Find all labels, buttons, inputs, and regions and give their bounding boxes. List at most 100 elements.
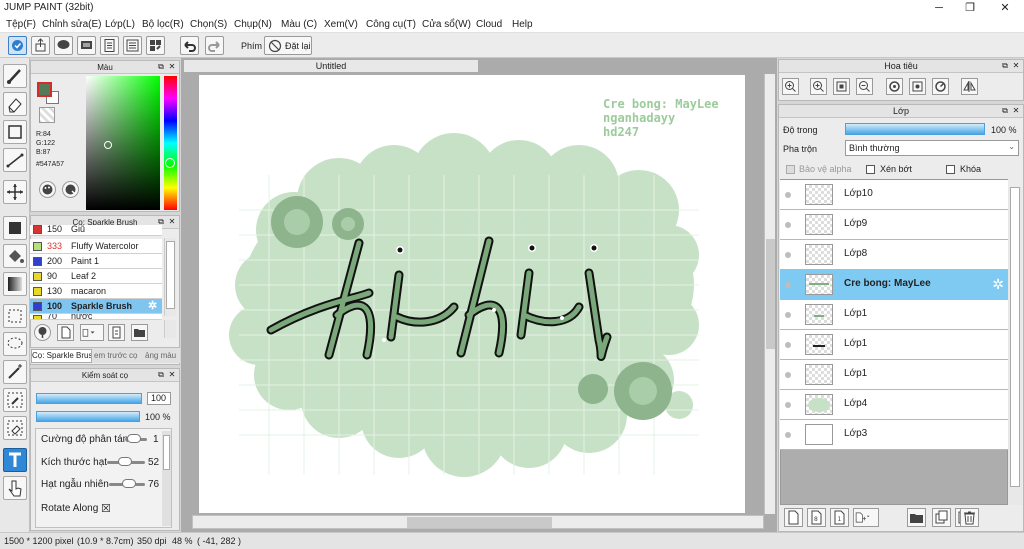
eraser-tool[interactable] bbox=[3, 92, 27, 116]
zoom-out-button[interactable] bbox=[856, 78, 873, 95]
panel-close-icon[interactable]: ✕ bbox=[167, 370, 177, 380]
brush-item[interactable]: 333 Fluffy Watercolor bbox=[30, 239, 162, 254]
panel-close-icon[interactable]: ✕ bbox=[1011, 106, 1021, 116]
hue-slider[interactable] bbox=[164, 76, 177, 210]
color-palette-button[interactable] bbox=[39, 181, 56, 198]
scatter-slider-knob[interactable] bbox=[127, 434, 141, 443]
menu-select[interactable]: Chọn(S) bbox=[190, 19, 227, 30]
operation-tool[interactable] bbox=[3, 476, 27, 500]
brush-opacity-bar[interactable] bbox=[36, 411, 140, 422]
brush-item[interactable]: 70 nước bbox=[30, 314, 162, 320]
layer-opacity-bar[interactable] bbox=[845, 123, 985, 135]
list-button[interactable] bbox=[123, 36, 142, 55]
hue-slider-cursor[interactable] bbox=[165, 158, 175, 168]
menu-window[interactable]: Cửa sổ(W) bbox=[422, 19, 471, 30]
new-layer-8bit-button[interactable]: 8 bbox=[807, 508, 826, 527]
tab-palette[interactable]: ảng màu bbox=[145, 350, 179, 362]
menu-tools[interactable]: Công cụ(T) bbox=[366, 19, 416, 30]
selection-pen-tool[interactable] bbox=[3, 388, 27, 412]
lock-checkbox[interactable] bbox=[946, 165, 955, 174]
panel-close-icon[interactable]: ✕ bbox=[167, 217, 177, 227]
protect-alpha-checkbox[interactable] bbox=[786, 165, 795, 174]
layer-row[interactable]: Lớp3 bbox=[780, 420, 1008, 450]
layer-visibility-icon[interactable] bbox=[785, 192, 791, 198]
rotate-reset-button[interactable] bbox=[909, 78, 926, 95]
layer-visibility-icon[interactable] bbox=[785, 252, 791, 258]
reset-button[interactable]: Đặt lại bbox=[264, 36, 312, 55]
panel-undock-icon[interactable]: ⧉ bbox=[156, 370, 166, 380]
layer-visibility-icon[interactable] bbox=[785, 282, 791, 288]
blend-mode-select[interactable]: Bình thường ⌄ bbox=[845, 140, 1019, 156]
brush-item-selected[interactable]: 100 Sparkle Brush ✲ bbox=[30, 299, 162, 314]
layer-row[interactable]: Lớp1 bbox=[780, 330, 1008, 360]
layer-row[interactable]: Lớp9 bbox=[780, 210, 1008, 240]
add-layer-dropdown[interactable] bbox=[853, 508, 879, 527]
canvas[interactable]: Cre bong: MayLee nganhadayy hd247 bbox=[199, 75, 745, 513]
menu-capture[interactable]: Chụp(N) bbox=[234, 19, 272, 30]
menu-color[interactable]: Màu (C) bbox=[281, 19, 317, 30]
menu-file[interactable]: Tệp(F) bbox=[6, 19, 36, 30]
color-picker-cursor[interactable] bbox=[104, 141, 112, 149]
panel-undock-icon[interactable]: ⧉ bbox=[156, 62, 166, 72]
random-particle-slider-knob[interactable] bbox=[122, 479, 136, 488]
message-button[interactable] bbox=[77, 36, 96, 55]
selection-eraser-tool[interactable] bbox=[3, 416, 27, 440]
layer-row[interactable]: Lớp1 bbox=[780, 300, 1008, 330]
comment-button[interactable] bbox=[54, 36, 73, 55]
canvas-horizontal-scrollbar[interactable] bbox=[192, 515, 764, 529]
lasso-tool[interactable] bbox=[3, 332, 27, 356]
layer-settings-gear-icon[interactable]: ✲ bbox=[992, 276, 1004, 293]
canvas-tab[interactable]: Untitled bbox=[183, 59, 479, 73]
rotate-along-checkbox[interactable]: ☒ bbox=[101, 502, 111, 515]
rotate-right-button[interactable] bbox=[932, 78, 949, 95]
menu-edit[interactable]: Chỉnh sửa(E) bbox=[42, 19, 102, 30]
brush-item[interactable]: 90 Leaf 2 bbox=[30, 269, 162, 284]
brush-settings-button[interactable] bbox=[108, 324, 125, 341]
menu-help[interactable]: Help bbox=[512, 19, 533, 30]
menu-filter[interactable]: Bộ lọc(R) bbox=[142, 19, 184, 30]
rectangle-tool[interactable] bbox=[3, 120, 27, 144]
layer-visibility-icon[interactable] bbox=[785, 312, 791, 318]
gradient-tool[interactable] bbox=[3, 272, 27, 296]
layer-row[interactable]: Lớp8 bbox=[780, 240, 1008, 270]
maximize-button[interactable]: ❐ bbox=[955, 0, 985, 16]
select-rect-tool[interactable] bbox=[3, 304, 27, 328]
panel-undock-icon[interactable]: ⧉ bbox=[1000, 106, 1010, 116]
layer-visibility-icon[interactable] bbox=[785, 432, 791, 438]
new-layer-1bit-button[interactable]: 1 bbox=[830, 508, 849, 527]
tab-brush-preview[interactable]: em trước cọ bbox=[94, 350, 142, 362]
panel-close-icon[interactable]: ✕ bbox=[1011, 61, 1021, 71]
duplicate-layer-button[interactable] bbox=[932, 508, 951, 527]
particle-size-slider-knob[interactable] bbox=[118, 457, 132, 466]
transparent-color-swatch[interactable] bbox=[39, 107, 55, 123]
close-button[interactable]: ✕ bbox=[990, 0, 1020, 16]
layer-row[interactable]: Lớp1 bbox=[780, 360, 1008, 390]
brush-add-button[interactable] bbox=[34, 324, 51, 341]
minimize-button[interactable]: ─ bbox=[924, 0, 954, 16]
brush-new-button[interactable] bbox=[57, 324, 74, 341]
panel-undock-icon[interactable]: ⧉ bbox=[1000, 61, 1010, 71]
brush-size-input[interactable]: 100 bbox=[147, 392, 171, 405]
tab-brush[interactable]: Cọ: Sparkle Brush bbox=[31, 349, 92, 363]
brush-list-scrollbar-lower[interactable] bbox=[164, 320, 176, 338]
foreground-color-swatch[interactable] bbox=[37, 82, 52, 97]
delete-layer-button[interactable] bbox=[960, 508, 979, 527]
undo-button[interactable] bbox=[180, 36, 199, 55]
brush-settings-scrollbar[interactable] bbox=[162, 431, 171, 526]
rotate-left-button[interactable] bbox=[886, 78, 903, 95]
brush-settings-icon[interactable]: ✲ bbox=[148, 299, 157, 314]
flip-button[interactable] bbox=[961, 78, 978, 95]
pen-mode-button[interactable] bbox=[8, 36, 27, 55]
document-button[interactable] bbox=[100, 36, 119, 55]
zoom-in-button[interactable] bbox=[782, 78, 799, 95]
layer-visibility-icon[interactable] bbox=[785, 402, 791, 408]
layer-visibility-icon[interactable] bbox=[785, 342, 791, 348]
panel-close-icon[interactable]: ✕ bbox=[167, 62, 177, 72]
brush-folder-button[interactable] bbox=[131, 324, 148, 341]
fit-screen-button[interactable] bbox=[833, 78, 850, 95]
new-folder-button[interactable] bbox=[907, 508, 926, 527]
brush-copy-dropdown[interactable] bbox=[80, 324, 104, 341]
clipping-checkbox[interactable] bbox=[866, 165, 875, 174]
new-layer-button[interactable] bbox=[784, 508, 803, 527]
menu-view[interactable]: Xem(V) bbox=[324, 19, 358, 30]
